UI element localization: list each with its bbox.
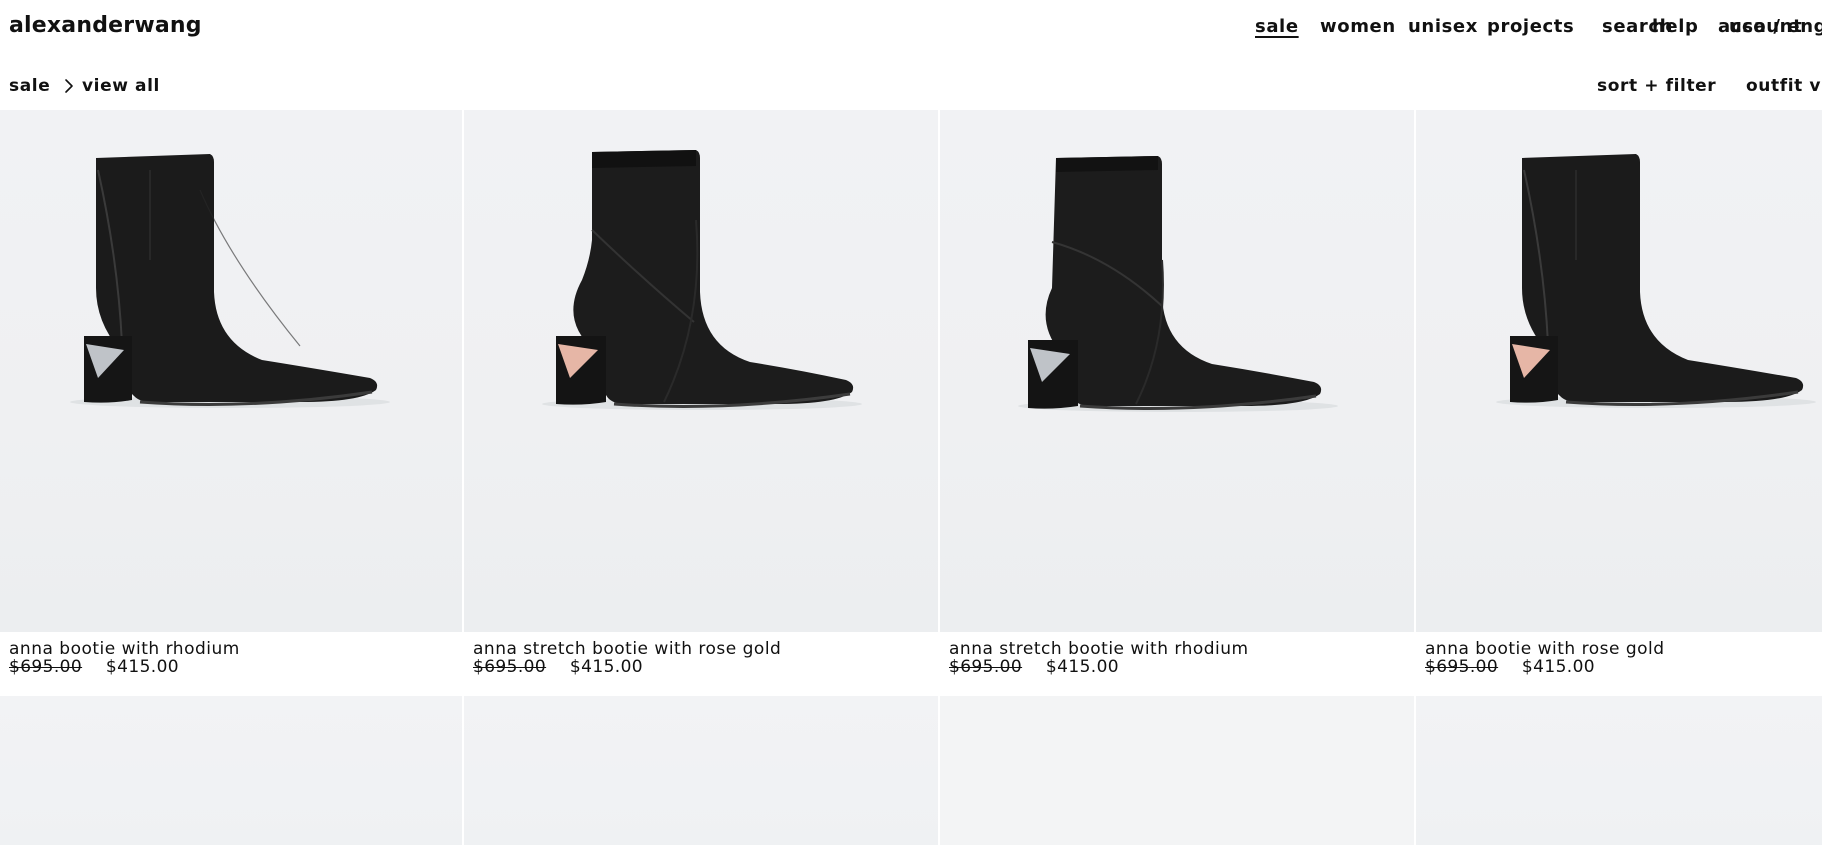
sale-price: $415.00 bbox=[1045, 657, 1120, 677]
product-image[interactable] bbox=[464, 110, 938, 632]
brand-logo[interactable]: alexanderwang bbox=[9, 13, 202, 38]
product-prices: $695.00 $415.00 bbox=[949, 657, 1119, 677]
nav-projects[interactable]: projects bbox=[1487, 16, 1574, 37]
chevron-right-icon bbox=[61, 78, 77, 94]
product-name[interactable]: anna stretch bootie with rose gold bbox=[473, 639, 781, 659]
original-price: $695.00 bbox=[473, 657, 547, 677]
breadcrumb-view-all[interactable]: view all bbox=[82, 76, 160, 96]
product-name[interactable]: anna bootie with rhodium bbox=[9, 639, 240, 659]
nav-women[interactable]: women bbox=[1320, 16, 1396, 37]
original-price: $695.00 bbox=[949, 657, 1023, 677]
boot-illustration bbox=[542, 150, 862, 410]
sub-bar: sale view all sort + filter outfit v bbox=[0, 72, 1822, 102]
product-name[interactable]: anna bootie with rose gold bbox=[1425, 639, 1665, 659]
product-grid: anna bootie with rhodium $695.00 $415.00… bbox=[0, 110, 1822, 845]
product-image[interactable] bbox=[1416, 110, 1822, 632]
product-prices: $695.00 $415.00 bbox=[473, 657, 643, 677]
nav-unisex[interactable]: unisex bbox=[1408, 16, 1478, 37]
original-price: $695.00 bbox=[9, 657, 83, 677]
product-prices: $695.00 $415.00 bbox=[1425, 657, 1595, 677]
product-name[interactable]: anna stretch bootie with rhodium bbox=[949, 639, 1249, 659]
sale-price: $415.00 bbox=[105, 657, 180, 677]
site-header: alexanderwang sale women unisex projects… bbox=[0, 0, 1822, 56]
sale-price: $415.00 bbox=[1521, 657, 1596, 677]
product-image[interactable] bbox=[0, 110, 462, 632]
main-nav: sale women unisex projects search usa / … bbox=[1022, 16, 1822, 46]
product-image[interactable] bbox=[0, 696, 462, 845]
product-image[interactable] bbox=[464, 696, 938, 845]
nav-sale[interactable]: sale bbox=[1255, 16, 1299, 37]
sale-price: $415.00 bbox=[569, 657, 644, 677]
original-price: $695.00 bbox=[1425, 657, 1499, 677]
nav-help[interactable]: help bbox=[1652, 16, 1698, 37]
product-image[interactable] bbox=[940, 696, 1414, 845]
nav-account[interactable]: account bbox=[1718, 16, 1802, 37]
boot-illustration bbox=[1496, 154, 1816, 408]
product-prices: $695.00 $415.00 bbox=[9, 657, 179, 677]
boot-illustration bbox=[1018, 156, 1338, 412]
product-image[interactable] bbox=[1416, 696, 1822, 845]
breadcrumb-sale[interactable]: sale bbox=[9, 76, 50, 96]
product-image[interactable] bbox=[940, 110, 1414, 632]
boot-illustration bbox=[70, 154, 390, 408]
outfit-view-toggle[interactable]: outfit v bbox=[1746, 76, 1821, 96]
sort-filter-button[interactable]: sort + filter bbox=[1597, 76, 1716, 96]
